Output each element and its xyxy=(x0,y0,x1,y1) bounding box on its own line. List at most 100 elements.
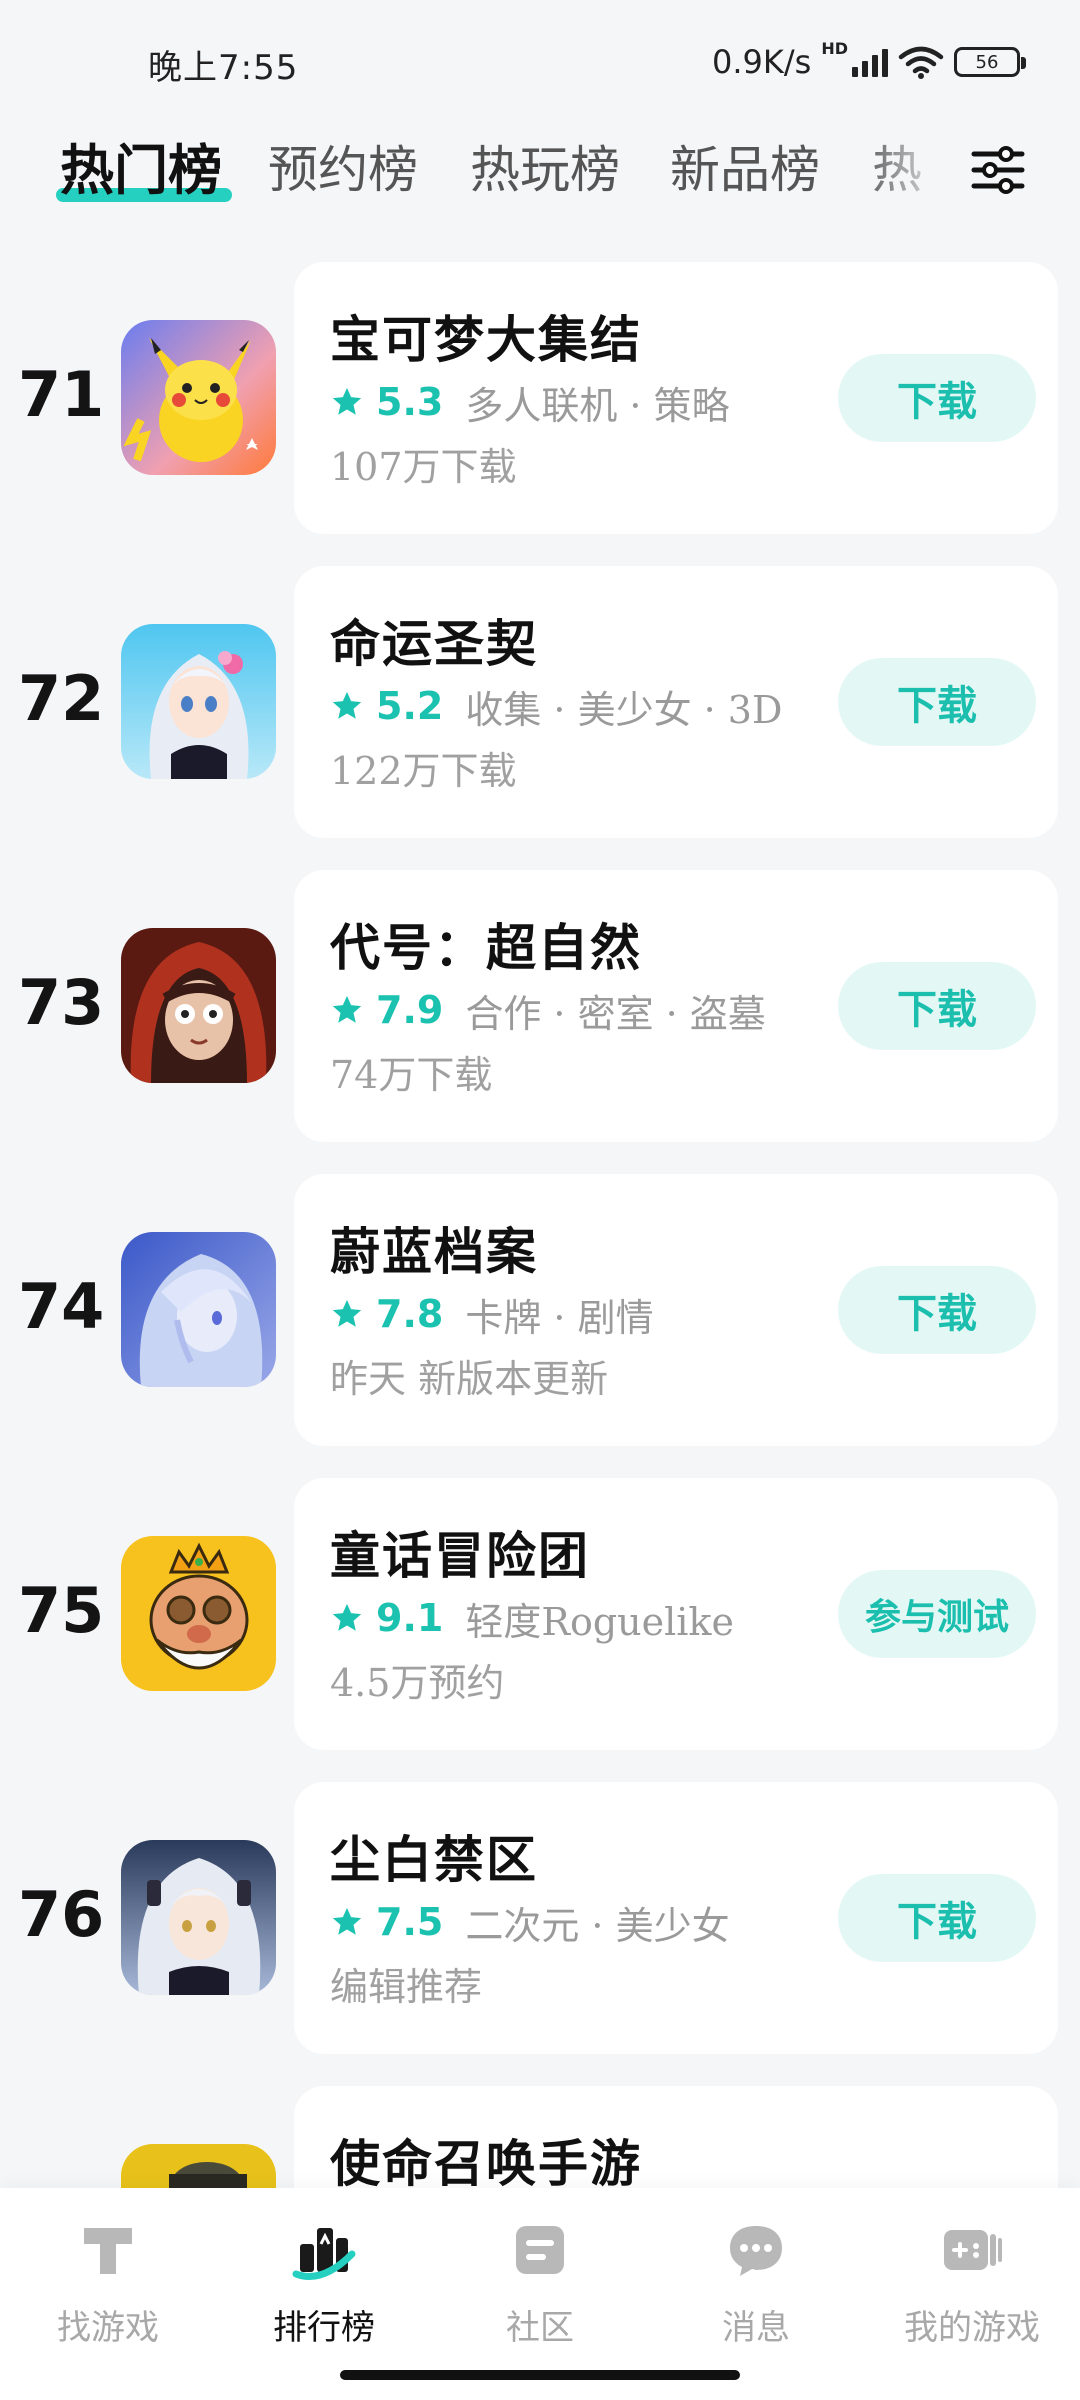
nav-message[interactable]: 消息 xyxy=(648,2218,864,2368)
game-title: 使命召唤手游 xyxy=(330,2134,642,2193)
game-card[interactable]: 代号：超自然 7.9 合作 · 密室 · 盗墓 74万下载 下载 xyxy=(294,870,1058,1142)
star-icon xyxy=(332,691,362,719)
game-subtext: 昨天 新版本更新 xyxy=(330,1357,609,1401)
tab-new[interactable]: 新品榜 xyxy=(670,130,820,202)
game-row[interactable]: 71 宝可梦大集结 5.3 多人联机 · 策略 107万下载 下载 xyxy=(0,262,1080,534)
home-indicator[interactable] xyxy=(340,2370,740,2380)
nav-label: 我的游戏 xyxy=(904,2308,1040,2348)
filter-sliders-icon[interactable] xyxy=(970,142,1026,198)
tab-hot[interactable]: 热门榜 xyxy=(60,126,222,205)
game-tags: 收集 · 美少女 · 3D xyxy=(465,687,783,732)
game-row[interactable]: 74 蔚蓝档案 7.8 卡牌 · 剧情 昨天 新版本更新 下载 xyxy=(0,1174,1080,1446)
game-subtext: 74万下载 xyxy=(330,1053,493,1097)
anime-girl-game-icon[interactable] xyxy=(121,624,276,779)
find-game-icon xyxy=(84,2228,132,2274)
nav-my-games[interactable]: 我的游戏 xyxy=(864,2218,1080,2368)
game-card[interactable]: 宝可梦大集结 5.3 多人联机 · 策略 107万下载 下载 xyxy=(294,262,1058,534)
game-meta: 7.9 合作 · 密室 · 盗墓 xyxy=(330,982,766,1038)
game-score: 7.8 xyxy=(376,1292,444,1336)
game-title: 童话冒险团 xyxy=(330,1526,590,1585)
nav-label: 社区 xyxy=(506,2308,574,2348)
game-tags: 多人联机 · 策略 xyxy=(465,383,730,428)
battery-icon: 56 xyxy=(954,47,1026,77)
game-tags: 合作 · 密室 · 盗墓 xyxy=(465,991,766,1036)
download-button[interactable]: 下载 xyxy=(838,1266,1036,1354)
game-meta: 7.8 卡牌 · 剧情 xyxy=(330,1286,654,1342)
status-time: 晚上7:55 xyxy=(148,48,299,88)
download-button[interactable]: 下载 xyxy=(838,962,1036,1050)
game-title: 尘白禁区 xyxy=(330,1830,538,1889)
nav-label: 排行榜 xyxy=(273,2308,375,2348)
game-subtext: 122万下载 xyxy=(330,749,517,793)
download-button[interactable]: 下载 xyxy=(838,1874,1036,1962)
signal-icon xyxy=(852,47,888,77)
rank-number: 71 xyxy=(18,358,105,431)
community-icon xyxy=(516,2226,564,2274)
my-games-icon xyxy=(944,2230,1002,2270)
game-title: 命运圣契 xyxy=(330,614,538,673)
silver-hair-game-icon[interactable] xyxy=(121,1840,276,1995)
rank-number: 75 xyxy=(18,1574,105,1647)
star-icon xyxy=(332,995,362,1023)
game-card[interactable]: 童话冒险团 9.1 轻度Roguelike 4.5万预约 参与测试 xyxy=(294,1478,1058,1750)
game-title: 宝可梦大集结 xyxy=(330,310,642,369)
game-card[interactable]: 命运圣契 5.2 收集 · 美少女 · 3D 122万下载 下载 xyxy=(294,566,1058,838)
wifi-icon xyxy=(898,46,944,79)
status-bar: 晚上7:55 0.9K/s HD 56 xyxy=(0,0,1080,120)
tab-reservation[interactable]: 预约榜 xyxy=(268,130,418,202)
rank-number: 74 xyxy=(18,1270,105,1343)
game-meta: 5.2 收集 · 美少女 · 3D xyxy=(330,678,782,734)
download-button[interactable]: 下载 xyxy=(838,658,1036,746)
nav-find-game[interactable]: 找游戏 xyxy=(0,2218,216,2368)
nav-ranking[interactable]: 排行榜 xyxy=(216,2218,432,2368)
game-tags: 二次元 · 美少女 xyxy=(465,1903,730,1948)
game-subtext: 107万下载 xyxy=(330,445,517,489)
download-button[interactable]: 下载 xyxy=(838,354,1036,442)
bottom-navigation: 找游戏 排行榜 社区 消息 我的游戏 xyxy=(0,2188,1080,2400)
nav-label: 找游戏 xyxy=(57,2308,159,2348)
game-title: 蔚蓝档案 xyxy=(330,1222,538,1281)
game-subtext: 4.5万预约 xyxy=(330,1661,505,1705)
game-meta: 7.5 二次元 · 美少女 xyxy=(330,1894,730,1950)
star-icon xyxy=(332,1299,362,1327)
game-row[interactable]: 76 尘白禁区 7.5 二次元 · 美少女 编辑推荐 下载 xyxy=(0,1782,1080,2054)
message-icon xyxy=(730,2226,782,2276)
hooded-girl-game-icon[interactable] xyxy=(121,928,276,1083)
star-icon xyxy=(332,1603,362,1631)
game-row[interactable]: 73 代号：超自然 7.9 合作 · 密室 · 盗墓 74万下载 下载 xyxy=(0,870,1080,1142)
rank-number: 73 xyxy=(18,966,105,1039)
king-cartoon-game-icon[interactable] xyxy=(121,1536,276,1691)
pikachu-game-icon[interactable] xyxy=(121,320,276,475)
game-title: 代号：超自然 xyxy=(330,918,642,977)
game-card[interactable]: 尘白禁区 7.5 二次元 · 美少女 编辑推荐 下载 xyxy=(294,1782,1058,2054)
game-row[interactable]: 72 命运圣契 5.2 收集 · 美少女 · 3D 122万下载 下载 xyxy=(0,566,1080,838)
game-meta: 5.3 多人联机 · 策略 xyxy=(330,374,730,430)
game-row[interactable]: 75 童话冒险团 9.1 轻度Roguelike 4.5万预约 参与测试 xyxy=(0,1478,1080,1750)
network-speed: 0.9K/s xyxy=(712,43,812,81)
game-score: 7.5 xyxy=(376,1900,444,1944)
nav-label: 消息 xyxy=(722,2308,790,2348)
game-meta: 9.1 轻度Roguelike xyxy=(330,1590,734,1646)
game-tags: 轻度Roguelike xyxy=(465,1599,734,1644)
ranking-icon xyxy=(292,2228,356,2280)
rank-number: 76 xyxy=(18,1878,105,1951)
join-test-button[interactable]: 参与测试 xyxy=(838,1570,1036,1658)
star-icon xyxy=(332,1907,362,1935)
ranking-tabs: 热门榜 预约榜 热玩榜 新品榜 热 xyxy=(0,120,1080,230)
game-score: 7.9 xyxy=(376,988,444,1032)
status-indicators: 0.9K/s HD 56 xyxy=(712,38,1026,84)
game-card[interactable]: 蔚蓝档案 7.8 卡牌 · 剧情 昨天 新版本更新 下载 xyxy=(294,1174,1058,1446)
hd-badge: HD xyxy=(821,38,848,58)
game-tags: 卡牌 · 剧情 xyxy=(465,1295,654,1340)
battery-level: 56 xyxy=(975,51,999,73)
rank-number: 72 xyxy=(18,662,105,735)
game-score: 9.1 xyxy=(376,1596,444,1640)
star-icon xyxy=(332,387,362,415)
game-score: 5.2 xyxy=(376,684,444,728)
game-subtext: 编辑推荐 xyxy=(330,1965,483,2009)
nav-community[interactable]: 社区 xyxy=(432,2218,648,2368)
tab-fade xyxy=(860,120,950,220)
blue-anime-game-icon[interactable] xyxy=(121,1232,276,1387)
game-score: 5.3 xyxy=(376,380,444,424)
tab-hot-play[interactable]: 热玩榜 xyxy=(470,130,620,202)
